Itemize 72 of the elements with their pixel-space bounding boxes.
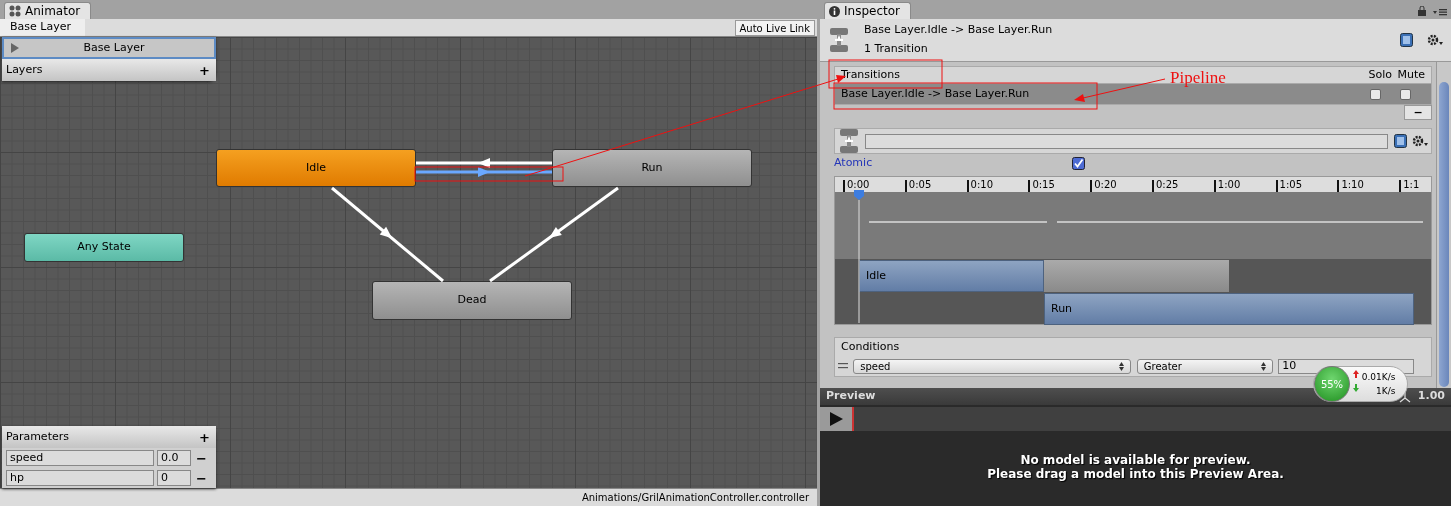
transition-name-field[interactable] — [865, 133, 1389, 149]
parameter-value-field[interactable]: 0.0 — [157, 450, 191, 466]
parameter-dropdown[interactable]: speed — [853, 358, 1132, 374]
usage-gauge: 55% — [1314, 366, 1350, 402]
file-path: Animations/GrilAnimationController.controller — [0, 488, 817, 506]
state-node[interactable]: Dead — [372, 281, 572, 320]
remove-parameter-button[interactable]: − — [194, 471, 209, 485]
transition-arrow[interactable] — [416, 158, 552, 168]
arrow-up-icon — [1353, 370, 1359, 378]
transition-arrow[interactable] — [331, 186, 444, 283]
layers-title: Layers — [6, 61, 43, 78]
lock-icon[interactable] — [1417, 6, 1427, 16]
menu-icon[interactable] — [1433, 8, 1447, 16]
transition-arrow[interactable] — [489, 186, 619, 283]
mute-checkbox[interactable] — [1400, 88, 1411, 100]
breadcrumb-button[interactable]: Base Layer — [0, 19, 85, 36]
stepper-icon — [1260, 361, 1266, 371]
settings-icon[interactable] — [1412, 134, 1429, 148]
animator-icon — [9, 5, 21, 17]
settings-icon[interactable] — [1427, 33, 1443, 47]
drag-handle-icon[interactable] — [837, 363, 848, 369]
mode-dropdown[interactable]: Greater — [1136, 358, 1273, 374]
annotation-label: Pipeline — [1170, 68, 1226, 87]
atomic-checkbox[interactable] — [1072, 156, 1085, 170]
state-node[interactable]: Run — [552, 149, 752, 187]
stepper-icon — [1119, 361, 1125, 371]
preview-title: Preview — [826, 388, 876, 405]
upload-speed: 0.01K/s — [1361, 371, 1396, 384]
play-button[interactable] — [820, 407, 854, 431]
remove-parameter-button[interactable]: − — [194, 451, 209, 465]
solo-checkbox[interactable] — [1370, 88, 1381, 100]
preview-speed: 1.00 — [1417, 388, 1445, 405]
conditions-title: Conditions — [840, 338, 901, 355]
transition-icon — [837, 128, 860, 154]
transitions-title: Transitions — [841, 66, 900, 83]
state-node[interactable]: Idle — [216, 149, 416, 187]
clip-bar[interactable]: Run — [1044, 293, 1414, 325]
parameter-value-field[interactable]: 0 — [157, 470, 191, 486]
download-speed: 1K/s — [1376, 385, 1396, 398]
parameters-title: Parameters — [6, 428, 69, 445]
add-layer-button[interactable]: + — [197, 63, 212, 77]
inspector-tab-label: Inspector — [844, 3, 900, 20]
layer-name: Base Layer — [82, 39, 146, 56]
arrow-down-icon — [1353, 384, 1359, 392]
state-node[interactable]: Any State — [24, 233, 184, 262]
inspector-tab[interactable]: Inspector — [824, 2, 911, 19]
scrollbar[interactable] — [1436, 62, 1451, 388]
layer-item[interactable]: Base Layer — [2, 37, 216, 59]
expand-icon[interactable] — [10, 43, 20, 53]
remove-transition-button[interactable]: − — [1404, 105, 1432, 120]
info-icon — [829, 5, 840, 17]
transition-count: 1 Transition — [864, 41, 929, 58]
animator-tab[interactable]: Animator — [4, 2, 92, 19]
transition-icon — [828, 27, 850, 53]
clip-bar[interactable]: Idle — [859, 260, 1044, 292]
play-icon — [829, 412, 843, 426]
help-icon[interactable] — [1400, 33, 1413, 47]
animator-tab-label: Animator — [25, 3, 81, 20]
atomic-label: Atomic — [834, 154, 874, 171]
playhead[interactable] — [854, 190, 864, 323]
timeline[interactable]: 0:00 0:05 0:10 0:15 0:20 0:25 1:00 1:05 1:10 1:1 Idle Run — [834, 176, 1432, 325]
preview-message: Please drag a model into this Preview Area. — [986, 467, 1285, 481]
solo-header: Solo — [1368, 66, 1392, 83]
transition-title: Base Layer.Idle -> Base Layer.Run — [864, 22, 1054, 39]
help-icon[interactable] — [1393, 134, 1407, 148]
add-parameter-button[interactable]: + — [197, 430, 212, 444]
auto-live-link-button[interactable]: Auto Live Link — [734, 19, 815, 36]
preview-message: No model is available for preview. — [1019, 453, 1252, 467]
parameter-name-field[interactable]: hp — [6, 470, 154, 486]
parameter-name-field[interactable]: speed — [6, 450, 154, 466]
transition-label: Base Layer.Idle -> Base Layer.Run — [841, 85, 1030, 102]
mute-header: Mute — [1397, 66, 1425, 83]
